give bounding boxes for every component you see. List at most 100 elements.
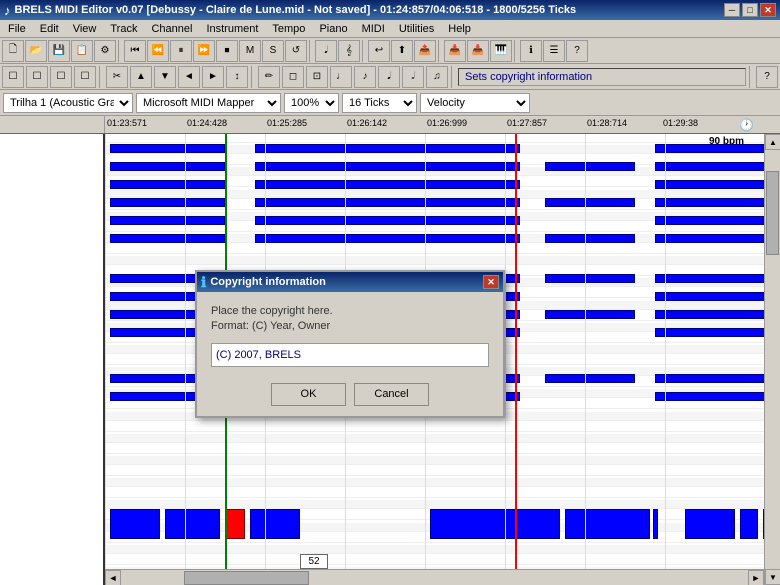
- select3-button[interactable]: ☐: [50, 66, 72, 88]
- menu-edit[interactable]: Edit: [34, 22, 65, 36]
- menu-instrument[interactable]: Instrument: [200, 22, 264, 36]
- note-row1-1[interactable]: [110, 144, 225, 153]
- back-button[interactable]: ⏪: [147, 40, 169, 62]
- note5-button[interactable]: ♫: [426, 66, 448, 88]
- h-scroll-track[interactable]: [121, 570, 748, 585]
- note-row2-3[interactable]: [545, 162, 635, 171]
- right-arrow-button[interactable]: ►: [202, 66, 224, 88]
- cancel-button[interactable]: Cancel: [354, 383, 429, 406]
- note-row2-2[interactable]: [255, 162, 520, 171]
- dialog-close-button[interactable]: ✕: [483, 275, 499, 289]
- copyright-input[interactable]: [211, 343, 489, 367]
- zoom-select[interactable]: 100%: [284, 93, 339, 113]
- config-button[interactable]: ⚙: [94, 40, 116, 62]
- scroll-right-button[interactable]: ►: [748, 570, 764, 585]
- note-bottom-6[interactable]: [653, 509, 658, 539]
- note-row4-2[interactable]: [255, 198, 520, 207]
- stop-button[interactable]: ⏹: [216, 40, 238, 62]
- new-button[interactable]: 🗋: [2, 40, 24, 62]
- note-row4-1[interactable]: [110, 198, 225, 207]
- copyright-info-label[interactable]: Sets copyright information: [458, 68, 746, 86]
- menu-view[interactable]: View: [67, 22, 103, 36]
- note-row4-4[interactable]: [655, 198, 764, 207]
- menu-track[interactable]: Track: [104, 22, 143, 36]
- minimize-button[interactable]: ─: [724, 3, 740, 17]
- play-button[interactable]: M: [239, 40, 261, 62]
- record-button[interactable]: S: [262, 40, 284, 62]
- note-bottom-2[interactable]: [165, 509, 220, 539]
- import2-button[interactable]: 📥: [467, 40, 489, 62]
- save-button[interactable]: 💾: [48, 40, 70, 62]
- note-row3-3[interactable]: [655, 180, 764, 189]
- note-row8-3[interactable]: [655, 292, 764, 301]
- note-row6-2[interactable]: [255, 234, 520, 243]
- undo-button[interactable]: ↩: [368, 40, 390, 62]
- notes-button[interactable]: 𝄞: [338, 40, 360, 62]
- help-button[interactable]: ?: [566, 40, 588, 62]
- v-scroll-track[interactable]: [765, 150, 780, 569]
- menu-help[interactable]: Help: [442, 22, 477, 36]
- left-arrow-button[interactable]: ◄: [178, 66, 200, 88]
- maximize-button[interactable]: □: [742, 3, 758, 17]
- note-row11-4[interactable]: [655, 374, 764, 383]
- forward-button[interactable]: ⏩: [193, 40, 215, 62]
- note-row7-4[interactable]: [655, 274, 764, 283]
- rewind-button[interactable]: ⏮: [124, 40, 146, 62]
- note-row9-4[interactable]: [655, 310, 764, 319]
- note-bottom-1[interactable]: [110, 509, 160, 539]
- note-bottom-5[interactable]: [565, 509, 650, 539]
- scroll-down-button[interactable]: ▼: [765, 569, 780, 585]
- velocity-select[interactable]: Velocity: [420, 93, 530, 113]
- ticks-select[interactable]: 16 Ticks: [342, 93, 417, 113]
- note-row10-3[interactable]: [655, 328, 764, 337]
- note-row5-1[interactable]: [110, 216, 225, 225]
- v-scroll-thumb[interactable]: [766, 171, 779, 255]
- menu-utilities[interactable]: Utilities: [393, 22, 440, 36]
- note-row6-1[interactable]: [110, 234, 225, 243]
- note-row6-4[interactable]: [655, 234, 764, 243]
- import1-button[interactable]: 📥: [444, 40, 466, 62]
- note-row11-3[interactable]: [545, 374, 635, 383]
- move-button[interactable]: ↕: [226, 66, 248, 88]
- loop-button[interactable]: ↺: [285, 40, 307, 62]
- note-row5-2[interactable]: [255, 216, 520, 225]
- note-row3-2[interactable]: [255, 180, 520, 189]
- pause-button[interactable]: ⏸: [170, 40, 192, 62]
- track-select[interactable]: Trilha 1 (Acoustic Grar: [3, 93, 133, 113]
- menu-file[interactable]: File: [2, 22, 32, 36]
- select4-button[interactable]: ☐: [74, 66, 96, 88]
- ok-button[interactable]: OK: [271, 383, 346, 406]
- note-row3-1[interactable]: [110, 180, 225, 189]
- midi-mapper-select[interactable]: Microsoft MIDI Mapper: [136, 93, 281, 113]
- save-as-button[interactable]: 📋: [71, 40, 93, 62]
- note-row5-3[interactable]: [655, 216, 764, 225]
- select2-button[interactable]: ☐: [26, 66, 48, 88]
- note4-button[interactable]: 𝅗𝅥: [402, 66, 424, 88]
- note1-button[interactable]: ♩: [330, 66, 352, 88]
- note2-button[interactable]: ♪: [354, 66, 376, 88]
- note-row7-3[interactable]: [545, 274, 635, 283]
- note-row1-2[interactable]: [255, 144, 520, 153]
- pencil-button[interactable]: ✏: [258, 66, 280, 88]
- menu-midi[interactable]: MIDI: [356, 22, 391, 36]
- note-row12-3[interactable]: [655, 392, 764, 401]
- scroll-left-button[interactable]: ◄: [105, 570, 121, 585]
- note-row4-3[interactable]: [545, 198, 635, 207]
- stretch-button[interactable]: ⊡: [306, 66, 328, 88]
- h-scroll-thumb[interactable]: [184, 571, 309, 585]
- menu-tempo[interactable]: Tempo: [266, 22, 311, 36]
- note3-button[interactable]: 𝅘𝅥: [378, 66, 400, 88]
- note-row1-3[interactable]: [655, 144, 764, 153]
- open-button[interactable]: 📂: [25, 40, 47, 62]
- metronome-button[interactable]: 𝅘𝅥: [315, 40, 337, 62]
- note-bottom-9[interactable]: [763, 509, 764, 539]
- note-bottom-3[interactable]: [250, 509, 300, 539]
- cut-button[interactable]: ✂: [106, 66, 128, 88]
- note-row6-3[interactable]: [545, 234, 635, 243]
- note-row9-3[interactable]: [545, 310, 635, 319]
- scroll-up-button[interactable]: ▲: [765, 134, 780, 150]
- menu-channel[interactable]: Channel: [145, 22, 198, 36]
- note-bottom-8[interactable]: [740, 509, 758, 539]
- list-button[interactable]: ☰: [543, 40, 565, 62]
- up-arrow-button[interactable]: ▲: [130, 66, 152, 88]
